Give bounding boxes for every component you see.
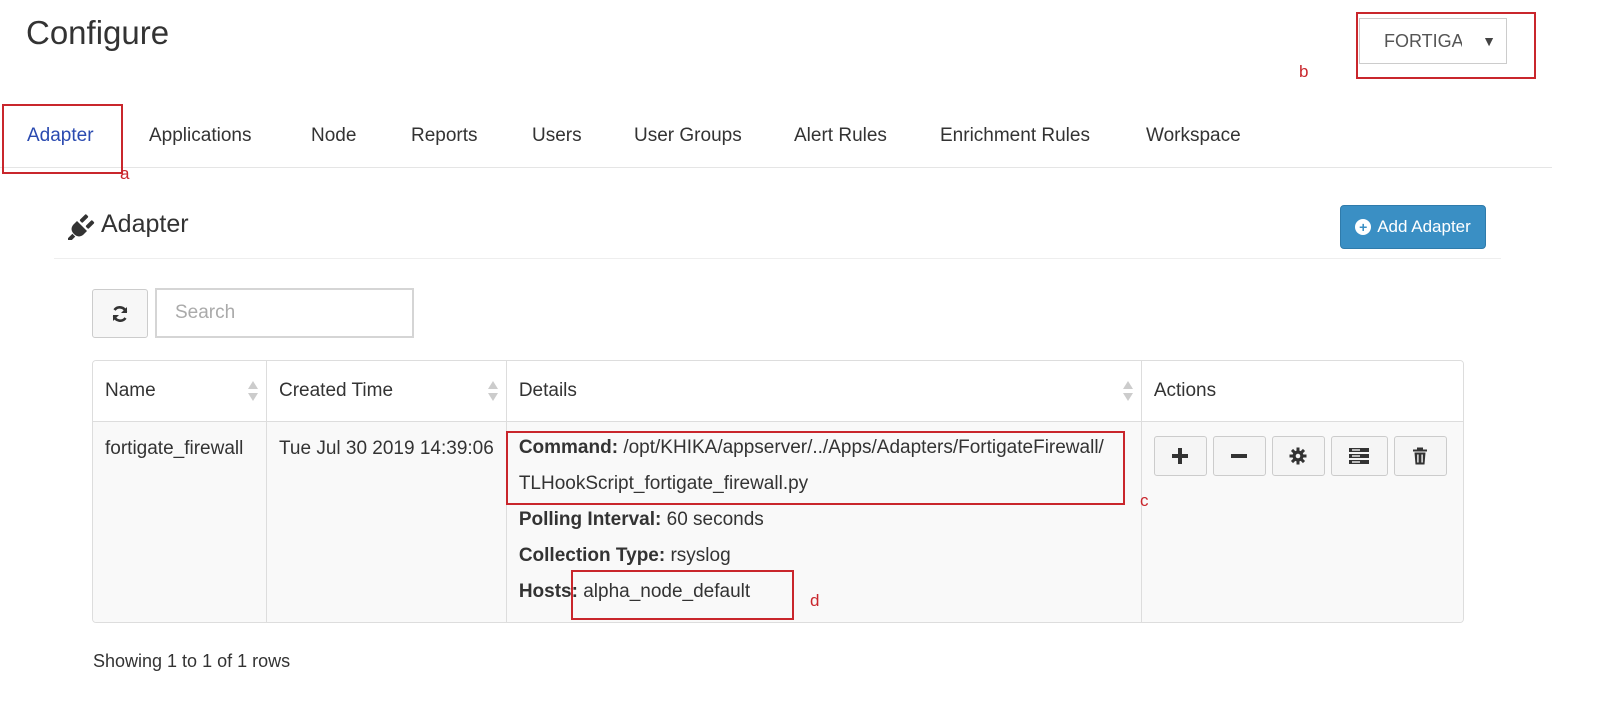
pagination-info: Showing 1 to 1 of 1 rows (93, 651, 291, 671)
tab-label: Reports (411, 125, 478, 146)
refresh-button[interactable] (92, 289, 148, 338)
gear-icon (1289, 447, 1307, 465)
tab-enrichment-rules[interactable]: Enrichment Rules (940, 105, 1090, 167)
panel-header: Adapter (54, 198, 1501, 259)
detail-polling: Polling Interval: 60 seconds (519, 502, 1129, 538)
tab-label: Enrichment Rules (940, 125, 1090, 146)
annotation-label-c: c (1140, 491, 1149, 510)
detail-value: /opt/KHIKA/appserver/../Apps/Adapters/Fo… (623, 437, 1104, 458)
sort-icon (1122, 381, 1133, 401)
refresh-icon (112, 305, 128, 322)
minus-icon (1231, 454, 1248, 458)
adapter-name: fortigate_firewall (105, 438, 244, 459)
column-header-label: Name (105, 380, 156, 401)
add-adapter-label: Add Adapter (1377, 217, 1471, 236)
detail-command: Command: /opt/KHIKA/appserver/../Apps/Ad… (519, 430, 1129, 466)
panel-title: Adapter (101, 210, 189, 238)
detail-collection: Collection Type: rsyslog (519, 538, 1129, 574)
plug-icon (68, 214, 95, 240)
tab-label: Applications (149, 125, 252, 146)
annotation-label-a: a (120, 164, 130, 183)
column-header-label: Actions (1153, 380, 1217, 401)
cell-name: fortigate_firewall (93, 421, 267, 622)
column-header-label: Details (518, 380, 577, 401)
tab-workspace[interactable]: Workspace (1146, 105, 1241, 167)
row-actions (1153, 436, 1451, 476)
detail-value: 60 seconds (666, 509, 764, 530)
detail-label: Command: (518, 437, 619, 458)
workspace-select[interactable]: FORTIGATE ▼ (1359, 18, 1507, 64)
tab-alert-rules[interactable]: Alert Rules (794, 105, 887, 167)
detail-command-continued: TLHookScript_fortigate_firewall.py (518, 473, 809, 494)
tab-applications[interactable]: Applications (149, 105, 251, 167)
delete-button[interactable] (1393, 436, 1447, 476)
remove-button[interactable] (1212, 436, 1266, 476)
tab-label: Users (532, 125, 582, 146)
cell-actions (1141, 421, 1463, 622)
detail-hosts: Hosts: alpha_node_default (519, 574, 1129, 610)
detail-label: Polling Interval: (518, 509, 662, 530)
detail-label: Hosts: (518, 581, 578, 602)
tab-label: Alert Rules (794, 125, 887, 146)
sort-icon (487, 381, 498, 401)
sort-icon (248, 381, 258, 401)
column-header-name[interactable]: Name (93, 361, 267, 422)
tab-users[interactable]: Users (532, 105, 582, 167)
tab-label: Workspace (1146, 125, 1241, 146)
column-header-details[interactable]: Details (506, 361, 1142, 422)
settings-button[interactable] (1271, 436, 1325, 476)
adapter-table: Name Created Time Details Actions fortig… (92, 360, 1464, 623)
cell-created-time: Tue Jul 30 2019 14:39:06 (266, 421, 507, 622)
tab-label: Node (311, 125, 357, 146)
server-icon (1349, 448, 1370, 464)
server-list-button[interactable] (1330, 436, 1388, 476)
workspace-select-value: FORTIGATE (1384, 30, 1462, 51)
table-row: fortigate_firewall Tue Jul 30 2019 14:39… (93, 421, 1463, 622)
detail-value: alpha_node_default (583, 581, 751, 602)
tab-label: Adapter (27, 125, 94, 146)
column-header-actions: Actions (1141, 361, 1463, 422)
detail-value: rsyslog (670, 545, 731, 566)
annotation-label-b: b (1299, 62, 1309, 81)
tab-reports[interactable]: Reports (411, 105, 478, 167)
plus-circle-icon: + (1355, 219, 1372, 235)
tab-label: User Groups (634, 125, 742, 146)
caret-down-icon: ▼ (1482, 33, 1496, 49)
tab-adapter[interactable]: Adapter (27, 105, 94, 167)
cell-details: Command: /opt/KHIKA/appserver/../Apps/Ad… (506, 421, 1142, 622)
table-header-row: Name Created Time Details Actions (93, 361, 1463, 422)
plus-icon (1172, 448, 1189, 464)
detail-label: Collection Type: (518, 545, 666, 566)
search-input[interactable] (155, 288, 414, 338)
tab-node[interactable]: Node (311, 105, 356, 167)
trash-icon (1413, 447, 1428, 465)
add-adapter-button[interactable]: + Add Adapter (1340, 205, 1486, 249)
column-header-label: Created Time (279, 380, 394, 401)
column-header-created-time[interactable]: Created Time (266, 361, 507, 422)
add-button[interactable] (1153, 436, 1207, 476)
tab-user-groups[interactable]: User Groups (634, 105, 742, 167)
page-title: Configure (26, 14, 170, 51)
tab-bar: Adapter Applications Node Reports Users … (0, 105, 1552, 168)
annotation-label-d: d (810, 591, 820, 610)
created-time: Tue Jul 30 2019 14:39:06 (279, 438, 494, 459)
